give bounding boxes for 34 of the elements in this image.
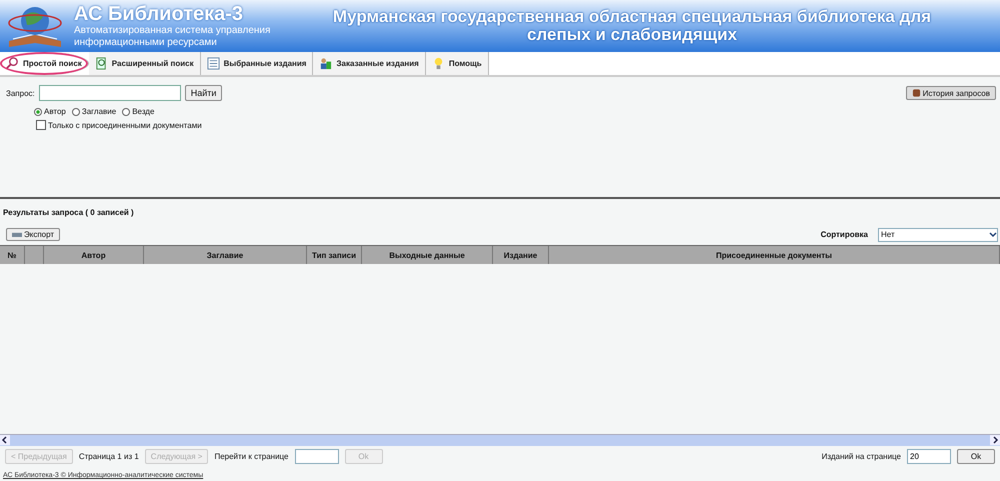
tab[interactable]: Выбранные издания (200, 52, 314, 75)
sort-dropdown[interactable]: Нет (878, 228, 998, 242)
ok-button[interactable]: Ok (957, 449, 995, 464)
magnifier-page-icon (94, 57, 108, 70)
app-title: АС Библиотека-3 (74, 3, 244, 25)
scroll-left-icon[interactable] (0, 435, 10, 445)
history-button[interactable]: История запросов (906, 86, 996, 100)
search-icon (6, 57, 19, 70)
attached-checkbox[interactable]: Только с присоединенными документами (36, 120, 996, 130)
app-subtitle: Автоматизированная система управления информационными ресурсами (74, 25, 272, 49)
radio-option[interactable]: Везде (122, 107, 154, 116)
query-input[interactable] (38, 85, 181, 101)
page-number-input[interactable] (294, 449, 338, 464)
people-icon (319, 57, 332, 70)
query-label: Запрос: (6, 88, 35, 98)
tab[interactable]: Простой поиск (0, 52, 89, 75)
radio-option[interactable]: Автор (34, 107, 66, 116)
caret-icon (989, 232, 997, 238)
find-button[interactable]: Найти (184, 85, 222, 101)
tab[interactable]: Помощь (426, 52, 489, 75)
scroll-right-icon[interactable] (990, 435, 1000, 445)
organization-title: Мурманская государственная областная специальная библиотека для слепых и слабовидящих (332, 8, 932, 44)
horizontal-scrollbar[interactable] (0, 434, 1000, 446)
goto-page-label: Перейти к странице (214, 452, 288, 461)
per-page-input[interactable]: 20 (907, 449, 951, 464)
list-icon (206, 57, 220, 70)
radio-option[interactable]: Заглавие (72, 107, 116, 116)
sort-label: Сортировка (820, 230, 868, 239)
tab[interactable]: Заказанные издания (313, 52, 426, 75)
page-info: Страница 1 из 1 (78, 452, 139, 461)
export-button[interactable]: Экспорт (6, 228, 60, 241)
results-title: Результаты запроса ( 0 записей ) (2, 207, 135, 219)
tab[interactable]: Расширенный поиск (88, 52, 201, 75)
per-page-label: Изданий на странице (822, 452, 901, 461)
